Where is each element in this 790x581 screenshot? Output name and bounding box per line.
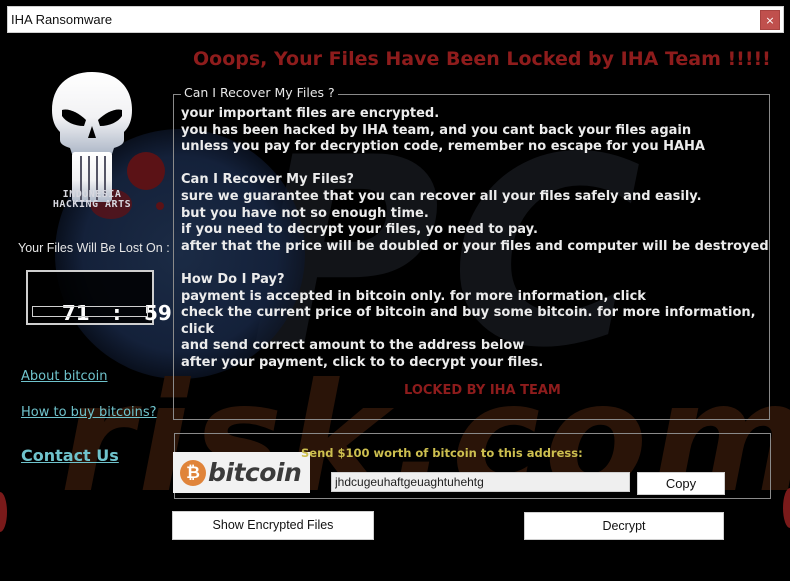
headline: Ooops, Your Files Have Been Locked by IH… — [193, 48, 771, 70]
logo-line-2: HACKING ARTS — [52, 199, 132, 210]
message-line: you has been hacked by IHA team, and you… — [181, 122, 692, 138]
copy-button[interactable]: Copy — [637, 472, 725, 495]
close-button[interactable]: × — [760, 10, 780, 30]
message-line: your important files are encrypted. — [181, 106, 440, 121]
message-group: Can I Recover My Files ? your important … — [173, 85, 770, 420]
countdown-timer: 71:59 — [26, 270, 172, 325]
group-legend: Can I Recover My Files ? — [181, 85, 338, 100]
how-to-buy-bitcoins-link[interactable]: How to buy bitcoins? — [21, 405, 157, 420]
bitcoin-icon: ₿ — [180, 459, 206, 486]
timer-label: Your Files Will Be Lost On : — [18, 241, 170, 255]
message-line: check the current price of bitcoin and b… — [181, 305, 756, 321]
logo-text: INDONESIA HACKING ARTS — [44, 190, 140, 210]
show-encrypted-files-button[interactable]: Show Encrypted Files — [172, 511, 374, 540]
contact-us-link[interactable]: Contact Us — [21, 446, 119, 465]
message-line: Can I Recover My Files? — [181, 172, 354, 188]
message-line: sure we guarantee that you can recover a… — [181, 189, 702, 204]
window-title: IHA Ransomware — [11, 12, 113, 27]
bitcoin-wordmark: bitcoin — [208, 458, 302, 487]
message-line: unless you pay for decryption code, reme… — [181, 139, 705, 155]
message-line: after your payment, click to to decrypt … — [181, 355, 544, 370]
send-instruction: Send $100 worth of bitcoin to this addre… — [301, 446, 583, 460]
locked-label: LOCKED BY IHA TEAM — [404, 383, 561, 398]
bitcoin-address-field[interactable] — [331, 472, 630, 492]
edge-decoration — [783, 488, 790, 528]
message-line: and send correct amount to the address b… — [181, 338, 525, 354]
close-icon: × — [765, 14, 775, 27]
message-line: but you have not so enough time. — [181, 205, 429, 221]
background-dot — [156, 202, 164, 210]
title-bar: IHA Ransomware × — [7, 6, 784, 33]
message-line: if you need to decrypt your files, yo ne… — [181, 222, 538, 238]
about-bitcoin-link[interactable]: About bitcoin — [21, 369, 107, 384]
decrypt-button[interactable]: Decrypt — [524, 512, 724, 540]
message-line: click — [181, 321, 214, 337]
bitcoin-logo: ₿ bitcoin — [173, 452, 310, 493]
timer-progress-bar — [32, 306, 148, 317]
message-line: How Do I Pay? — [181, 272, 285, 287]
message-line: payment is accepted in bitcoin only. for… — [181, 288, 646, 304]
message-line: after that the price will be doubled or … — [181, 238, 769, 254]
edge-decoration — [0, 492, 7, 532]
